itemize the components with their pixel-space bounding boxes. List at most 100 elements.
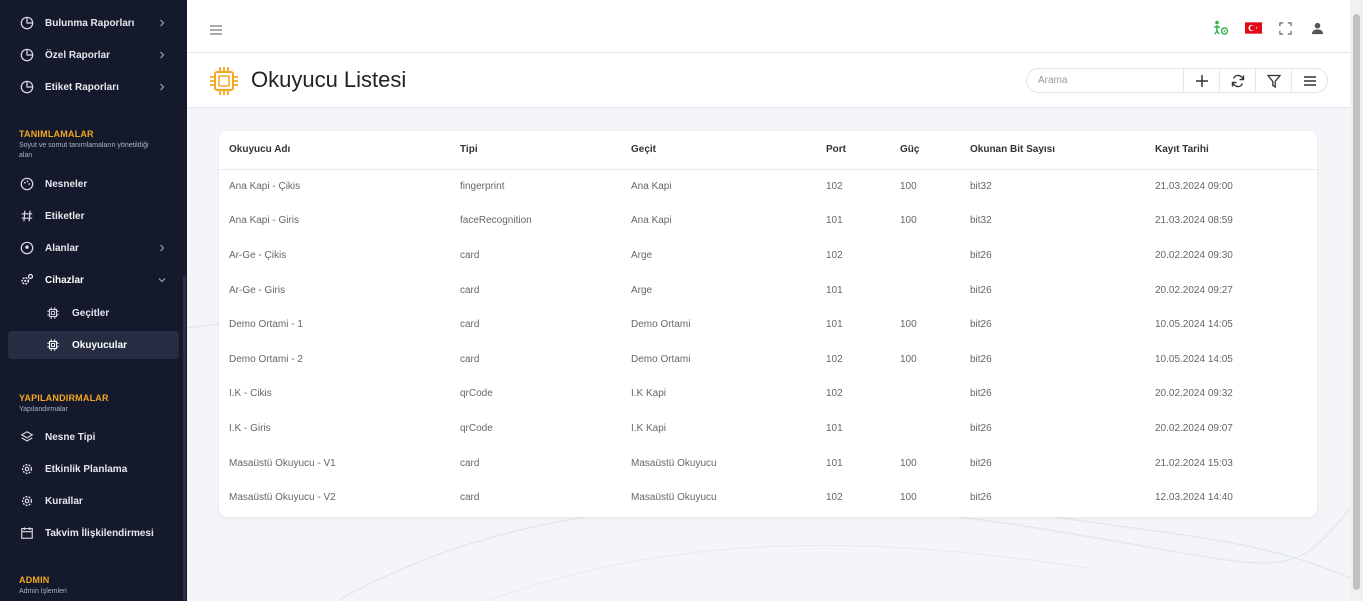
sidebar-item-etiketler[interactable]: Etiketler (8, 202, 179, 230)
table-cell: 100 (900, 319, 917, 331)
table-row[interactable]: Ana Kapi - Çikis fingerprint Ana Kapi 102 10… (219, 169, 1317, 204)
sidebar-item-label: Kurallar (45, 495, 83, 507)
chevron-down-icon (158, 278, 166, 283)
page-header: Okuyucu Listesi (187, 53, 1350, 108)
table-cell: 10.05.2024 14:05 (1155, 353, 1233, 365)
table-row[interactable]: Ana Kapi - Giris faceRecognition Ana Kapi 1… (219, 204, 1317, 239)
table-cell: 21.03.2024 08:59 (1155, 215, 1233, 227)
table-cell: Ana Kapi (631, 215, 672, 227)
table-cell: Demo Ortami - 1 (229, 319, 303, 331)
table-cell: 20.02.2024 09:30 (1155, 249, 1233, 261)
sidebar-item-label: Takvim İlişkilendirmesi (45, 527, 154, 539)
table-row[interactable]: Ar-Ge - Giris card Arge 101 bit26 20.02.2024 … (219, 273, 1317, 308)
sidebar-item-etkinlik-planlama[interactable]: Etkinlik Planlama (8, 455, 179, 483)
sidebar-item-gecitler[interactable]: Geçitler (8, 299, 179, 327)
table-cell: bit26 (970, 319, 992, 331)
sidebar-item-etiket-raporlari[interactable]: Etiket Raporları (8, 73, 179, 101)
table-row[interactable]: Masaüstü Okuyucu - V1 card Masaüstü Okuyuc… (219, 446, 1317, 481)
table-cell: I.K Kapi (631, 388, 667, 400)
sidebar-scrollbar[interactable] (183, 276, 186, 601)
chevron-right-icon (160, 83, 165, 91)
section-subtitle: Yapılandırmalar (19, 406, 68, 413)
table-cell: qrCode (460, 388, 493, 400)
table-cell: Demo Ortami - 2 (229, 353, 303, 365)
table-cell: Ar-Ge - Giris (229, 284, 286, 296)
table-cell: bit26 (970, 457, 992, 469)
sidebar-item-label: Alanlar (45, 242, 79, 254)
accessibility-status-icon[interactable] (1212, 20, 1230, 36)
table-row[interactable]: Ar-Ge - Çikis card Arge 102 bit26 20.02.2024 … (219, 238, 1317, 273)
column-header[interactable]: Tipi (450, 131, 621, 170)
table-cell: bit32 (970, 215, 992, 227)
sidebar-item-label: Cihazlar (45, 274, 84, 286)
map-pin-icon (20, 241, 34, 255)
column-header[interactable]: Port (816, 131, 890, 170)
table-cell: 101 (826, 284, 843, 296)
table-cell: qrCode (460, 422, 493, 434)
table-cell: Masaüstü Okuyucu - V2 (229, 492, 336, 504)
table-row[interactable]: I.K - Cikis qrCode I.K Kapi 102 bit26 20.02.2… (219, 377, 1317, 412)
gear-icon (20, 462, 34, 476)
table-cell: Masaüstü Okuyucu (631, 457, 717, 469)
turkish-flag-icon[interactable] (1244, 20, 1262, 36)
table-toolbar (1026, 68, 1328, 93)
table-row[interactable]: Masaüstü Okuyucu - V2 card Masaüstü Okuyuc… (219, 480, 1317, 515)
sidebar-item-label: Nesne Tipi (45, 431, 96, 443)
page-scrollbar[interactable] (1350, 0, 1363, 601)
fullscreen-icon[interactable] (1276, 20, 1294, 36)
table-cell: Demo Ortami (631, 319, 691, 331)
menu-icon[interactable] (210, 25, 222, 35)
table-cell: card (460, 249, 480, 261)
table-cell: faceRecognition (460, 215, 532, 227)
columns-menu-button[interactable] (1291, 68, 1327, 93)
add-button[interactable] (1183, 68, 1219, 93)
page-title: Okuyucu Listesi (251, 67, 407, 92)
table-cell: bit26 (970, 249, 992, 261)
table-cell: 21.02.2024 15:03 (1155, 457, 1233, 469)
filter-button[interactable] (1255, 68, 1291, 93)
table-row[interactable]: Demo Ortami - 2 card Demo Ortami 102 100 bit2… (219, 342, 1317, 377)
hashtag-icon (20, 209, 34, 223)
sidebar-item-kurallar[interactable]: Kurallar (8, 487, 179, 515)
filter-icon (1266, 74, 1281, 88)
table-cell: card (460, 457, 480, 469)
table-cell: Demo Ortami (631, 353, 691, 365)
column-header[interactable]: Okuyucu Adı (219, 131, 450, 170)
table-cell: 102 (826, 492, 843, 504)
table-cell: 102 (826, 181, 843, 193)
table-cell: Masaüstü Okuyucu (631, 492, 717, 504)
user-icon[interactable] (1308, 20, 1326, 36)
search-input[interactable] (1027, 75, 1167, 86)
table-row[interactable]: I.K - Giris qrCode I.K Kapi 101 bit26 20.02.2… (219, 411, 1317, 446)
calendar-icon (20, 526, 34, 540)
sidebar-item-okuyucular[interactable]: Okuyucular (8, 331, 179, 359)
sidebar-item-label: Bulunma Raporları (45, 17, 135, 29)
column-header[interactable]: Okunan Bit Sayısı (960, 131, 1145, 170)
sidebar: Bulunma Raporları Özel Raporlar Etiket R… (0, 0, 187, 601)
chevron-right-icon (160, 244, 165, 252)
sidebar-item-takvim[interactable]: Takvim İlişkilendirmesi (8, 519, 179, 547)
refresh-button[interactable] (1219, 68, 1255, 93)
column-header[interactable]: Güç (890, 131, 960, 170)
sidebar-item-cihazlar[interactable]: Cihazlar (8, 266, 179, 294)
table-cell: 101 (826, 215, 843, 227)
sidebar-item-nesneler[interactable]: Nesneler (8, 170, 179, 198)
table-cell: bit26 (970, 422, 992, 434)
sidebar-item-label: Okuyucular (72, 339, 128, 351)
scrollbar-thumb[interactable] (1353, 14, 1360, 590)
sidebar-item-ozel-raporlar[interactable]: Özel Raporlar (8, 41, 179, 69)
column-header[interactable]: Kayıt Tarihi (1145, 131, 1317, 170)
table-cell: 21.03.2024 09:00 (1155, 181, 1233, 193)
table-cell: Ar-Ge - Çikis (229, 249, 287, 261)
sidebar-item-bulunma-raporlari[interactable]: Bulunma Raporları (8, 9, 179, 37)
table-row[interactable]: Demo Ortami - 1 card Demo Ortami 101 100 bit2… (219, 307, 1317, 342)
sidebar-item-nesne-tipi[interactable]: Nesne Tipi (8, 423, 179, 451)
column-header[interactable]: Geçit (621, 131, 816, 170)
sidebar-item-alanlar[interactable]: Alanlar (8, 234, 179, 262)
chevron-right-icon (160, 19, 165, 27)
table-cell (890, 377, 960, 412)
plus-icon (1195, 74, 1208, 87)
table-cell: 20.02.2024 09:32 (1155, 388, 1233, 400)
table-cell: Ana Kapi (631, 181, 672, 193)
table-cell: 100 (900, 457, 917, 469)
